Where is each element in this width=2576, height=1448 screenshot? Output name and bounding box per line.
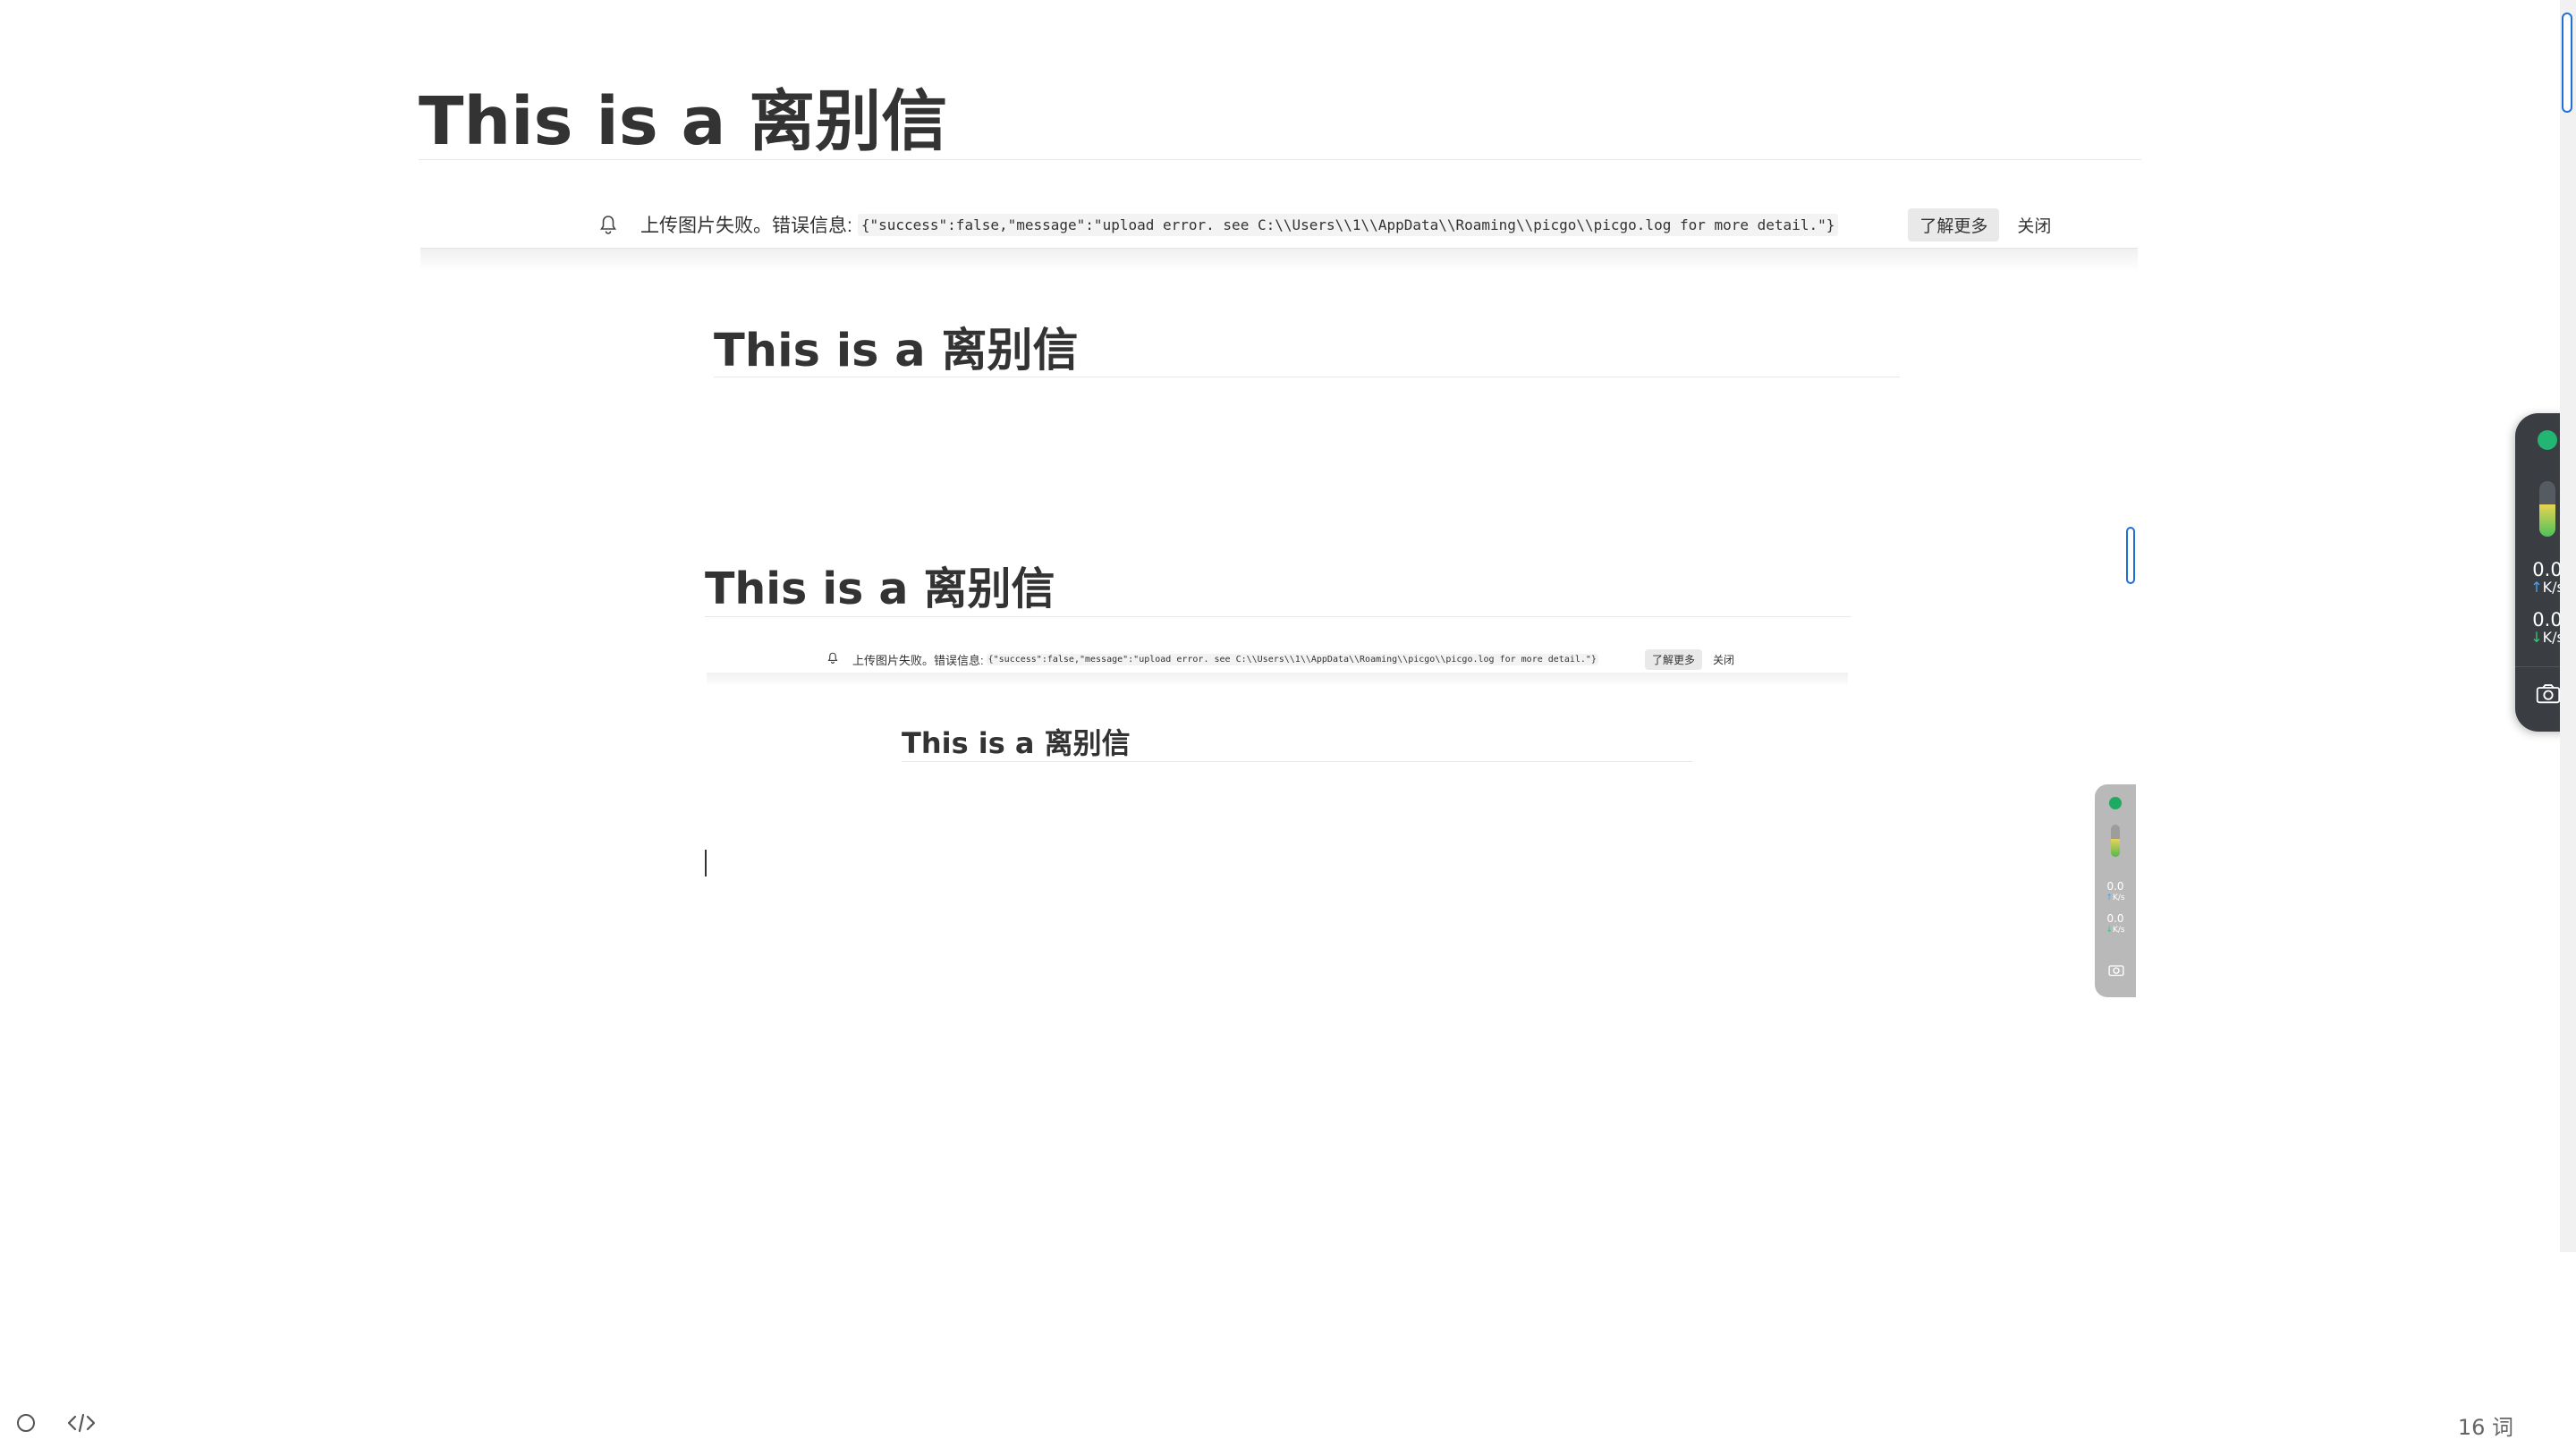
status-dot [2538, 430, 2557, 450]
preview-deep-underline [902, 761, 1692, 762]
preview-notification-error: {"success":false,"message":"upload error… [986, 653, 1598, 665]
preview-notification-message: 上传图片失败。错误信息: [852, 653, 984, 667]
text-cursor [705, 850, 707, 876]
preview-camera-icon [2108, 963, 2124, 981]
preview-heading-underline [705, 616, 1852, 617]
title-underline [419, 159, 2141, 160]
word-count[interactable]: 16 词 [2458, 1410, 2513, 1441]
close-notification-button[interactable]: 关闭 [2017, 213, 2051, 237]
preview-download-speed: 0.0 ↓K/s [2106, 912, 2125, 936]
window-scrollbar-track[interactable] [2560, 0, 2576, 1252]
preview-status-dot [2109, 797, 2122, 809]
source-code-icon[interactable] [67, 1412, 96, 1434]
notification-message: 上传图片失败。错误信息: [640, 216, 852, 236]
preview-level-meter [2111, 825, 2120, 857]
preview-upload-speed: 0.0 ↑K/s [2106, 880, 2125, 903]
preview-network-widget: 0.0 ↑K/s 0.0 ↓K/s [2095, 784, 2136, 997]
preview-close-button: 关闭 [1712, 653, 1734, 666]
download-arrow-icon: ↓ [2530, 629, 2543, 646]
preview-learn-more-button: 了解更多 [1644, 648, 1702, 670]
level-meter [2539, 481, 2555, 537]
notification-error-detail: {"success":false,"message":"upload error… [857, 213, 1839, 236]
learn-more-button[interactable]: 了解更多 [1908, 207, 2000, 241]
circle-icon[interactable] [16, 1413, 36, 1433]
upload-error-notification: 上传图片失败。错误信息: {"success":false,"message":… [599, 207, 2051, 241]
editor-heading[interactable]: This is a 离别信 [714, 322, 1078, 381]
window-scrollbar-thumb[interactable] [2562, 13, 2572, 113]
preview-heading: This is a 离别信 [705, 563, 1055, 614]
notification-divider [420, 248, 2138, 249]
preview-notification-shadow [707, 673, 1848, 687]
preview-deep-heading: This is a 离别信 [902, 726, 1131, 760]
upload-arrow-icon: ↑ [2530, 579, 2543, 596]
preview-scrollbar[interactable] [2126, 527, 2135, 584]
preview-notification: 上传图片失败。错误信息: {"success":false,"message":… [827, 648, 1734, 670]
notification-shadow [420, 249, 2138, 272]
bell-icon [599, 215, 621, 234]
camera-icon[interactable] [2536, 683, 2561, 705]
preview-bell-icon [827, 652, 840, 666]
document-title[interactable]: This is a 离别信 [419, 79, 947, 165]
